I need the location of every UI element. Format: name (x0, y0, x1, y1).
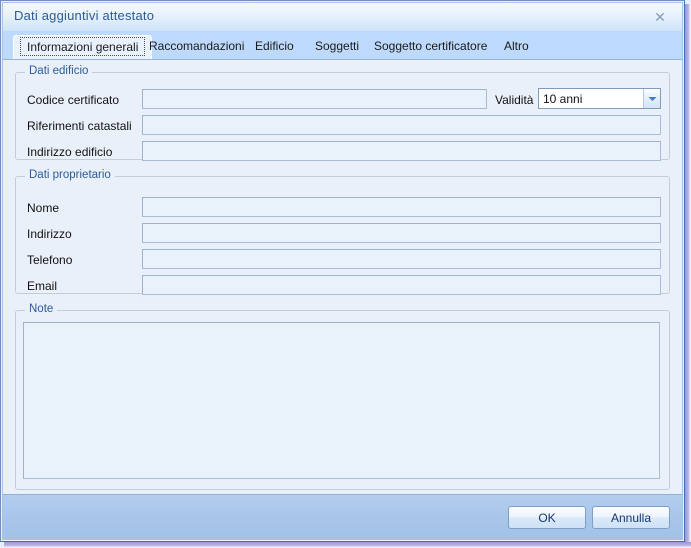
label-codice-certificato: Codice certificato (27, 93, 120, 107)
label-telefono: Telefono (27, 253, 73, 267)
input-indirizzo[interactable] (142, 223, 661, 243)
input-riferimenti-catastali[interactable] (142, 115, 661, 135)
label-riferimenti-catastali: Riferimenti catastali (27, 119, 132, 133)
title-bar: Dati aggiuntivi attestato ✕ (3, 3, 682, 32)
tab-bar: Informazioni generali Raccomandazioni Ed… (3, 31, 682, 60)
select-validita[interactable]: 10 anni (538, 88, 661, 109)
tab-soggetti[interactable]: Soggetti (305, 35, 369, 59)
ok-button[interactable]: OK (508, 506, 586, 529)
tab-label: Altro (504, 39, 529, 53)
input-telefono[interactable] (142, 249, 661, 269)
label-indirizzo: Indirizzo (27, 227, 72, 241)
label-email: Email (27, 279, 58, 293)
tab-label: Raccomandazioni (149, 39, 245, 53)
window-shadow-bottom (4, 542, 691, 548)
tab-label: Edificio (255, 39, 294, 53)
cancel-button[interactable]: Annulla (592, 506, 670, 529)
label-indirizzo-edificio: Indirizzo edificio (27, 145, 113, 159)
tab-label: Soggetti (315, 39, 360, 53)
label-validita: Validità (495, 93, 534, 107)
tab-label: Informazioni generali (20, 37, 146, 56)
tab-altro[interactable]: Altro (494, 35, 539, 59)
input-email[interactable] (142, 275, 661, 295)
select-validita-value: 10 anni (543, 91, 583, 106)
textarea-note[interactable] (23, 322, 660, 479)
dialog-window: Dati aggiuntivi attestato ✕ Informazioni… (0, 0, 691, 548)
groupbox-legend: Dati edificio (25, 65, 93, 77)
tab-edificio[interactable]: Edificio (245, 35, 304, 59)
dialog-content: Dati edificio Codice certificato Validit… (3, 60, 682, 494)
tab-label: Soggetto certificatore (374, 39, 488, 53)
dialog-frame: Dati aggiuntivi attestato ✕ Informazioni… (0, 0, 685, 542)
tab-raccomandazioni[interactable]: Raccomandazioni (139, 35, 254, 59)
groupbox-legend: Dati proprietario (25, 169, 115, 181)
close-icon[interactable]: ✕ (650, 7, 670, 27)
input-nome[interactable] (142, 197, 661, 217)
chevron-down-icon[interactable] (643, 89, 660, 108)
input-codice-certificato[interactable] (142, 89, 487, 109)
tab-informazioni-generali[interactable]: Informazioni generali (13, 35, 153, 59)
window-shadow-right (685, 4, 691, 548)
input-indirizzo-edificio[interactable] (142, 141, 661, 161)
dialog-frame-inner: Dati aggiuntivi attestato ✕ Informazioni… (2, 2, 683, 540)
tab-soggetto-certificatore[interactable]: Soggetto certificatore (364, 35, 497, 59)
dialog-footer: OK Annulla (3, 494, 682, 539)
window-title: Dati aggiuntivi attestato (14, 8, 155, 23)
groupbox-legend: Note (25, 303, 58, 315)
label-nome: Nome (27, 201, 60, 215)
